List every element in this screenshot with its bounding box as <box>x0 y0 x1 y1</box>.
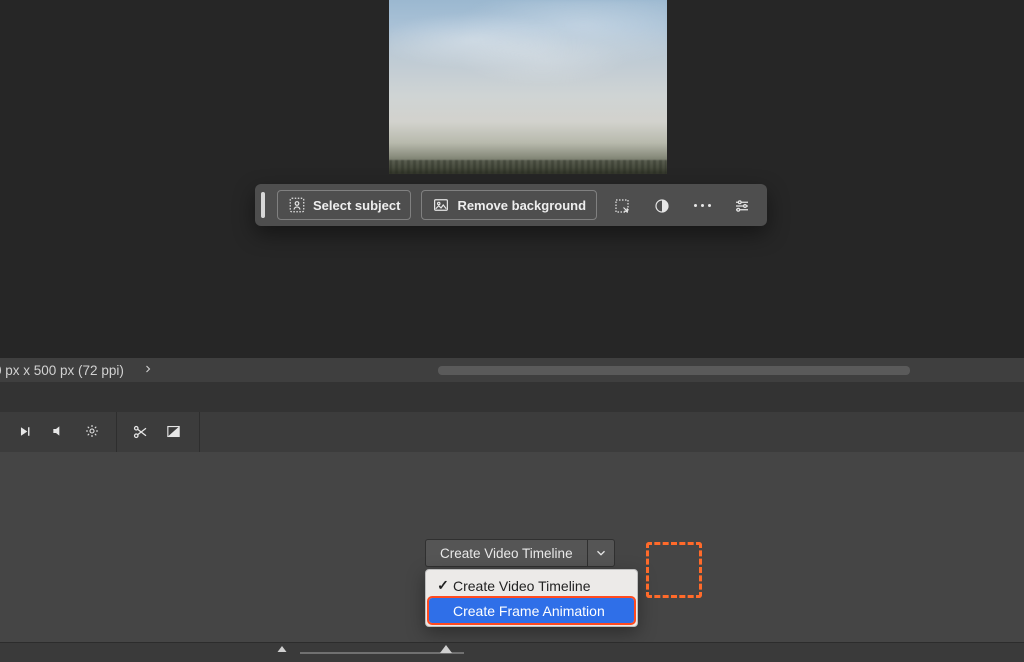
annotation-highlight-box <box>646 542 702 598</box>
canvas-image[interactable] <box>389 0 667 174</box>
chevron-right-icon[interactable] <box>142 363 154 378</box>
document-dimensions-text: 0 px x 500 px (72 ppi) <box>0 363 124 378</box>
sliders-icon <box>733 196 751 214</box>
check-icon: ✓ <box>435 577 451 594</box>
audio-mute-button[interactable] <box>42 412 76 452</box>
create-timeline-split-button: Create Video Timeline <box>425 539 615 567</box>
speaker-icon <box>50 423 68 441</box>
create-timeline-dropdown-toggle[interactable] <box>587 539 615 567</box>
toolbar-separator <box>199 412 200 452</box>
dropdown-item-create-video-timeline[interactable]: ✓ Create Video Timeline <box>429 573 634 598</box>
dots-horizontal-icon <box>694 204 711 207</box>
timeline-toolbar <box>0 412 1024 452</box>
select-subject-button[interactable]: Select subject <box>277 190 411 220</box>
chevron-down-icon <box>594 546 608 560</box>
circle-half-icon <box>653 196 671 214</box>
person-icon <box>288 196 306 214</box>
canvas-area: Select subject Remove background <box>0 0 1024 358</box>
document-status-bar: 0 px x 500 px (72 ppi) <box>0 358 1024 382</box>
gear-icon <box>84 423 102 441</box>
selection-transform-icon <box>613 196 631 214</box>
contextual-task-bar: Select subject Remove background <box>255 184 767 226</box>
dropdown-item-label: Create Video Timeline <box>451 578 590 594</box>
zoom-slider-min-icon[interactable] <box>276 642 288 662</box>
zoom-slider-max-icon[interactable] <box>440 642 452 662</box>
taskbar-grip[interactable] <box>261 192 265 218</box>
play-button[interactable] <box>8 412 42 452</box>
diagonal-split-icon <box>165 423 183 441</box>
more-options-button[interactable] <box>687 190 717 220</box>
remove-background-button[interactable]: Remove background <box>421 190 597 220</box>
dropdown-item-label: Create Frame Animation <box>451 603 605 619</box>
create-timeline-button[interactable]: Create Video Timeline <box>425 539 587 567</box>
timeline-panel: Create Video Timeline ✓ Create Video Tim… <box>0 412 1024 662</box>
create-timeline-label: Create Video Timeline <box>440 546 573 561</box>
dropdown-item-create-frame-animation[interactable]: Create Frame Animation <box>429 598 634 623</box>
transform-selection-button[interactable] <box>607 190 637 220</box>
panel-divider[interactable] <box>0 382 1024 412</box>
properties-button[interactable] <box>727 190 757 220</box>
remove-background-label: Remove background <box>457 198 586 213</box>
timeline-bottom-bar <box>0 642 1024 662</box>
scissors-icon <box>131 423 149 441</box>
horizontal-scrollbar[interactable] <box>438 366 910 375</box>
mask-button[interactable] <box>647 190 677 220</box>
create-timeline-dropdown-menu: ✓ Create Video Timeline Create Frame Ani… <box>425 569 638 627</box>
image-icon <box>432 196 450 214</box>
timeline-settings-button[interactable] <box>76 412 110 452</box>
select-subject-label: Select subject <box>313 198 400 213</box>
transition-button[interactable] <box>157 412 191 452</box>
split-clip-button[interactable] <box>123 412 157 452</box>
play-step-icon <box>16 423 34 441</box>
